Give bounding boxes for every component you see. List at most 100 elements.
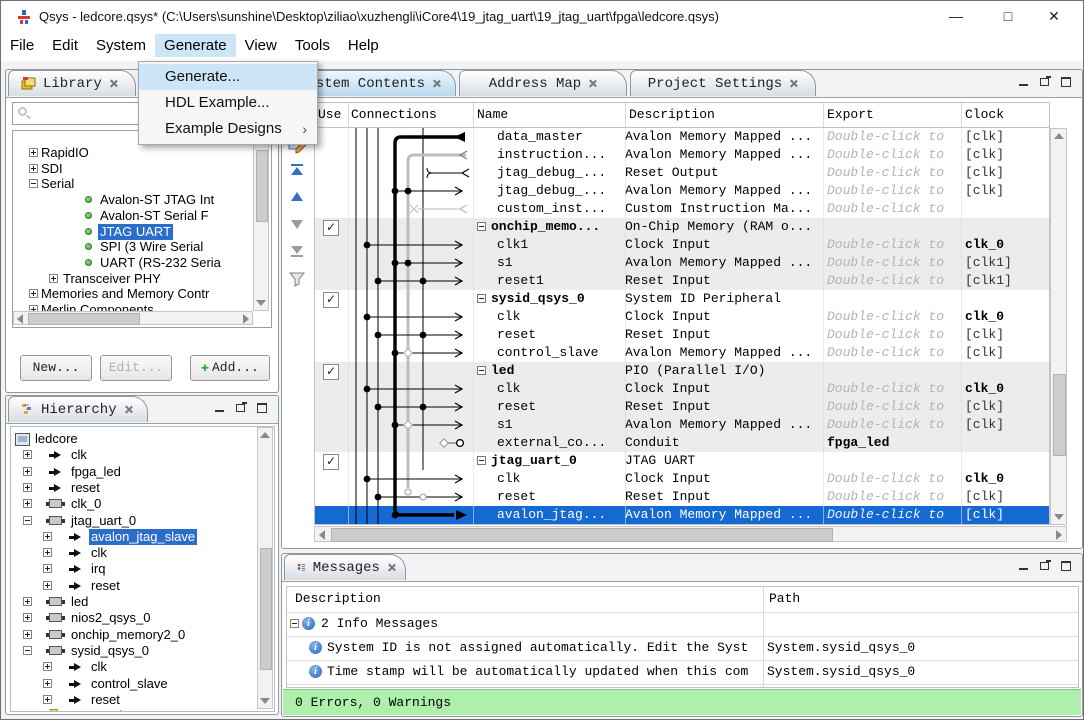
plus-expander-icon[interactable] xyxy=(43,695,52,704)
minus-expander-icon[interactable] xyxy=(477,294,486,303)
table-row-avalon-jtag[interactable]: avalon_jtag...Avalon Memory Mapped ...Do… xyxy=(315,506,1049,524)
plus-expander-icon[interactable] xyxy=(23,450,32,459)
export-cell[interactable]: Double-click to xyxy=(823,380,963,398)
table-row-clk[interactable]: clkClock InputDouble-click toclk_0 xyxy=(315,380,1049,398)
table-row-external-co[interactable]: external_co...Conduitfpga_led xyxy=(315,434,1049,452)
clock-cell[interactable] xyxy=(961,218,1050,236)
hierarchy-tree-item-reset[interactable]: reset xyxy=(11,692,274,708)
hierarchy-tree-vscrollbar[interactable] xyxy=(257,427,273,709)
table-row-reset1[interactable]: reset1Reset InputDouble-click to[clk1] xyxy=(315,272,1049,290)
clock-cell[interactable]: [clk1] xyxy=(961,254,1050,272)
table-row-jtag-uart-0[interactable]: ✓jtag_uart_0JTAG UART xyxy=(315,452,1049,470)
plus-expander-icon[interactable] xyxy=(23,597,32,606)
minus-expander-icon[interactable] xyxy=(23,516,32,525)
clock-cell[interactable]: clk_0 xyxy=(961,470,1050,488)
table-row-clk[interactable]: clkClock InputDouble-click toclk_0 xyxy=(315,470,1049,488)
export-cell[interactable]: Double-click to xyxy=(823,272,963,290)
hierarchy-tree-item-reset[interactable]: reset xyxy=(11,480,274,496)
tab-close-icon[interactable] xyxy=(789,79,798,88)
hierarchy-tree-item-sysid-qsys-0[interactable]: sysid_qsys_0 xyxy=(11,643,274,659)
messages-minimize-icon[interactable] xyxy=(1018,560,1030,571)
export-cell[interactable]: Double-click to xyxy=(823,506,963,524)
clock-cell[interactable]: [clk] xyxy=(961,128,1050,146)
messages-column-path[interactable]: Path xyxy=(769,591,800,606)
clock-cell[interactable]: [clk] xyxy=(961,326,1050,344)
table-row-clk1[interactable]: clk1Clock InputDouble-click toclk_0 xyxy=(315,236,1049,254)
table-row-custom-inst[interactable]: custom_inst...Custom Instruction Ma...Do… xyxy=(315,200,1049,218)
plus-expander-icon[interactable] xyxy=(43,532,52,541)
export-cell[interactable]: Double-click to xyxy=(823,164,963,182)
hierarchy-tree-item-connections[interactable]: Connections xyxy=(11,708,274,712)
hierarchy-tree-item-clk[interactable]: clk xyxy=(11,447,274,463)
plus-expander-icon[interactable] xyxy=(23,499,32,508)
menu-edit[interactable]: Edit xyxy=(43,34,87,57)
window-close-icon[interactable]: ✕ xyxy=(1031,1,1077,33)
export-cell[interactable]: Double-click to xyxy=(823,398,963,416)
plus-expander-icon[interactable] xyxy=(43,548,52,557)
add-button[interactable]: ✚Add... xyxy=(190,355,270,381)
system-contents-maximize-icon[interactable] xyxy=(1060,76,1072,87)
plus-expander-icon[interactable] xyxy=(23,613,32,622)
export-cell[interactable] xyxy=(823,290,963,308)
table-row-clk[interactable]: clkClock InputDouble-click toclk_0 xyxy=(315,308,1049,326)
table-row-reset[interactable]: resetReset InputDouble-click to[clk] xyxy=(315,488,1049,506)
column-header-name[interactable]: Name xyxy=(477,107,508,122)
hierarchy-tree-item-reset[interactable]: reset xyxy=(11,578,274,594)
menu-file[interactable]: File xyxy=(1,34,43,57)
clock-cell[interactable]: [clk] xyxy=(961,506,1050,524)
tab-close-icon[interactable] xyxy=(432,79,441,88)
tab-project-settings[interactable]: Project Settings xyxy=(630,70,816,96)
export-cell[interactable]: Double-click to xyxy=(823,254,963,272)
menu-generate[interactable]: Generate xyxy=(155,34,236,57)
hierarchy-tab-close-icon[interactable] xyxy=(124,405,133,414)
tab-close-icon[interactable] xyxy=(588,79,597,88)
move-top-icon[interactable] xyxy=(288,163,312,187)
clock-cell[interactable] xyxy=(961,290,1050,308)
plus-expander-icon[interactable] xyxy=(23,711,32,712)
filter-icon[interactable] xyxy=(288,271,312,295)
column-header-description[interactable]: Description xyxy=(629,107,715,122)
menu-item-generate[interactable]: Generate... xyxy=(139,64,317,90)
clock-cell[interactable]: [clk] xyxy=(961,182,1050,200)
menu-item-example-designs[interactable]: Example Designs› xyxy=(139,116,317,142)
table-row-control-slave[interactable]: control_slaveAvalon Memory Mapped ...Dou… xyxy=(315,344,1049,362)
use-checkbox[interactable]: ✓ xyxy=(323,220,339,236)
messages-maximize-icon[interactable] xyxy=(1060,560,1072,571)
messages-tab-close-icon[interactable] xyxy=(387,563,393,572)
use-checkbox[interactable]: ✓ xyxy=(323,454,339,470)
plus-expander-icon[interactable] xyxy=(23,483,32,492)
export-cell[interactable]: Double-click to xyxy=(823,326,963,344)
export-cell[interactable]: Double-click to xyxy=(823,344,963,362)
export-cell[interactable]: Double-click to xyxy=(823,416,963,434)
hierarchy-tree-item-control-slave[interactable]: control_slave xyxy=(11,676,274,692)
move-up-icon[interactable] xyxy=(288,190,312,214)
export-cell[interactable]: Double-click to xyxy=(823,236,963,254)
new-button[interactable]: New... xyxy=(20,355,92,381)
minus-expander-icon[interactable] xyxy=(23,646,32,655)
minus-expander-icon[interactable] xyxy=(477,366,486,375)
hierarchy-tree-item-nios2-qsys-0[interactable]: nios2_qsys_0 xyxy=(11,610,274,626)
clock-cell[interactable] xyxy=(961,452,1050,470)
export-cell[interactable]: Double-click to xyxy=(823,200,963,218)
clock-cell[interactable]: [clk] xyxy=(961,488,1050,506)
message-row[interactable]: iSystem ID is not assigned automatically… xyxy=(287,636,1078,661)
clock-cell[interactable]: [clk] xyxy=(961,344,1050,362)
hierarchy-tree-item-irq[interactable]: irq xyxy=(11,561,274,577)
clock-cell[interactable] xyxy=(961,434,1050,452)
minus-expander-icon[interactable] xyxy=(477,456,486,465)
plus-expander-icon[interactable] xyxy=(23,467,32,476)
system-contents-float-icon[interactable] xyxy=(1039,76,1051,87)
clock-cell[interactable]: [clk] xyxy=(961,416,1050,434)
messages-tab[interactable]: Messages xyxy=(284,554,406,580)
export-cell[interactable]: fpga_led xyxy=(823,434,963,452)
window-minimize-icon[interactable]: — xyxy=(933,1,979,33)
table-row-jtag-debug[interactable]: jtag_debug_...Reset OutputDouble-click t… xyxy=(315,164,1049,182)
hierarchy-tab[interactable]: Hierarchy xyxy=(8,396,148,422)
column-header-clock[interactable]: Clock xyxy=(965,107,1004,122)
hierarchy-tree-item-clk[interactable]: clk xyxy=(11,545,274,561)
clock-cell[interactable]: [clk] xyxy=(961,146,1050,164)
table-row-s1[interactable]: s1Avalon Memory Mapped ...Double-click t… xyxy=(315,416,1049,434)
plus-expander-icon[interactable] xyxy=(43,679,52,688)
plus-expander-icon[interactable] xyxy=(43,581,52,590)
messages-float-icon[interactable] xyxy=(1039,560,1051,571)
